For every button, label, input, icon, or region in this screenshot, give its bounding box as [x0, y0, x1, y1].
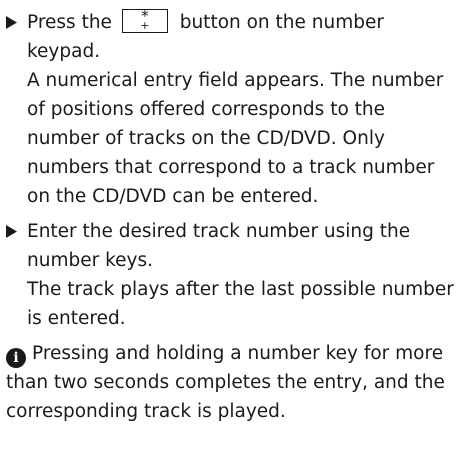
info-note-text: Pressing and holding a number key for mo… [6, 343, 445, 422]
star-plus-key-icon: * + [121, 9, 168, 33]
step-arrow-icon [6, 8, 22, 37]
step-press-star-button: Press the * + button on the number keypa… [6, 8, 462, 211]
step-text-before-key: Press the [27, 12, 112, 33]
info-icon: i [6, 348, 26, 368]
info-note: i Pressing and holding a number key for m… [6, 339, 462, 426]
instruction-page: Press the * + button on the number keypa… [0, 0, 466, 456]
step-enter-track-number: Enter the desired track number using the… [6, 217, 462, 333]
key-plus-symbol: + [140, 19, 150, 32]
step-result-text: A numerical entry field appears. The num… [27, 70, 444, 207]
step-result-text: The track plays after the last possible … [27, 279, 454, 329]
step-arrow-icon [6, 217, 22, 246]
step-instruction-text: Enter the desired track number using the… [27, 221, 411, 271]
